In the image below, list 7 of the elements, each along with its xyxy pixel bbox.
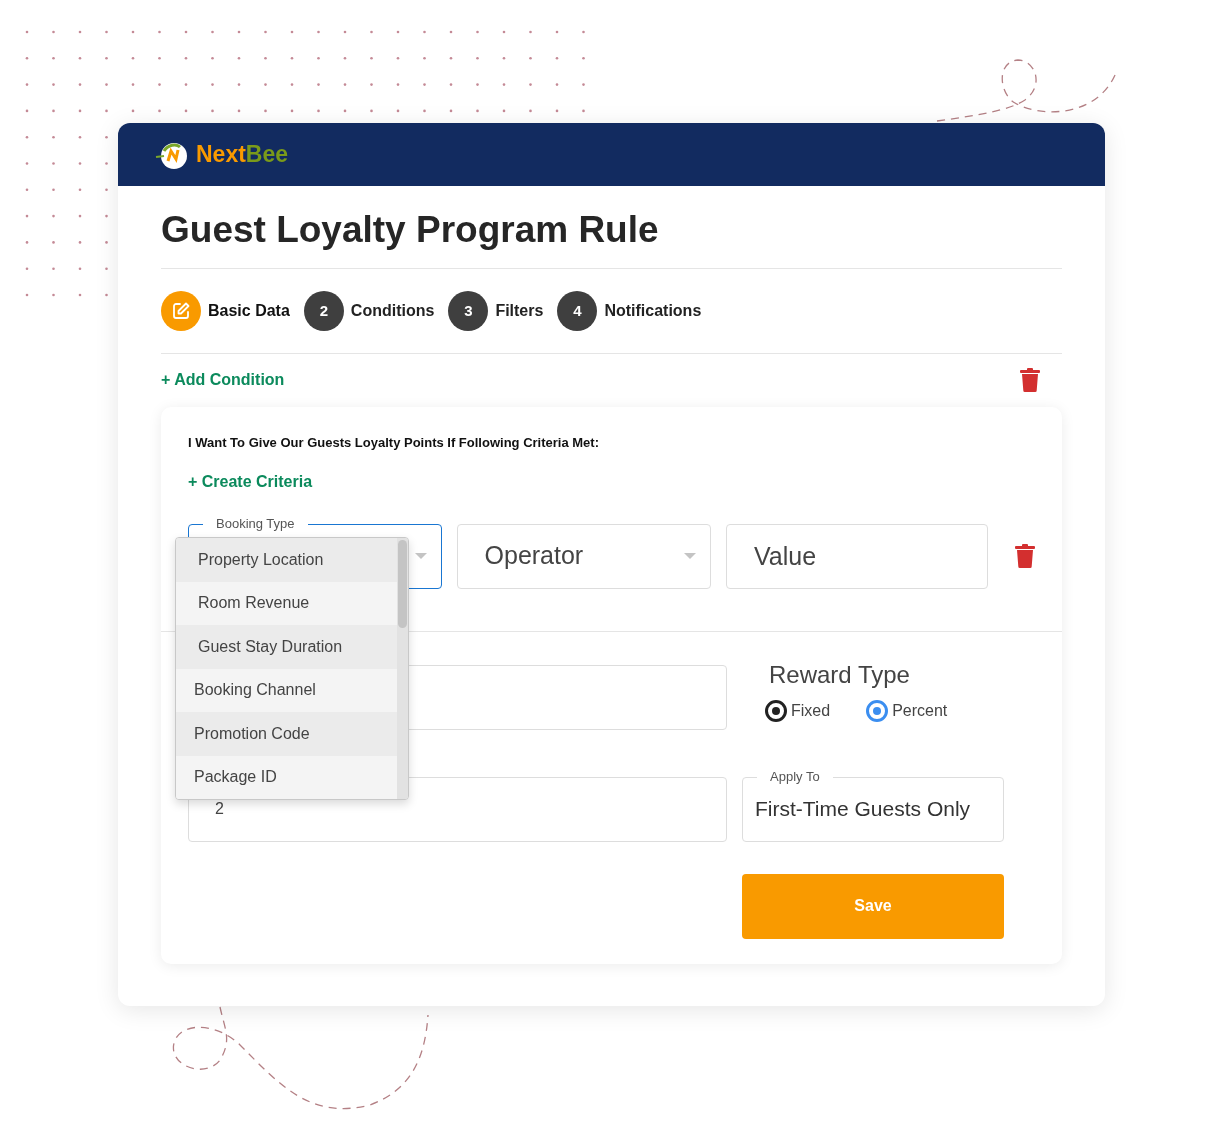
page-title: Guest Loyalty Program Rule bbox=[161, 208, 660, 252]
reward-type-label: Reward Type bbox=[769, 660, 911, 689]
brand-name: NextBee bbox=[196, 140, 289, 170]
step-number: 4 bbox=[557, 291, 598, 331]
step-number: 2 bbox=[303, 291, 344, 331]
criteria-text: I Want To Give Our Guests Loyalty Points If Following Criteria Met: bbox=[188, 434, 600, 452]
step-number: 3 bbox=[448, 291, 489, 331]
